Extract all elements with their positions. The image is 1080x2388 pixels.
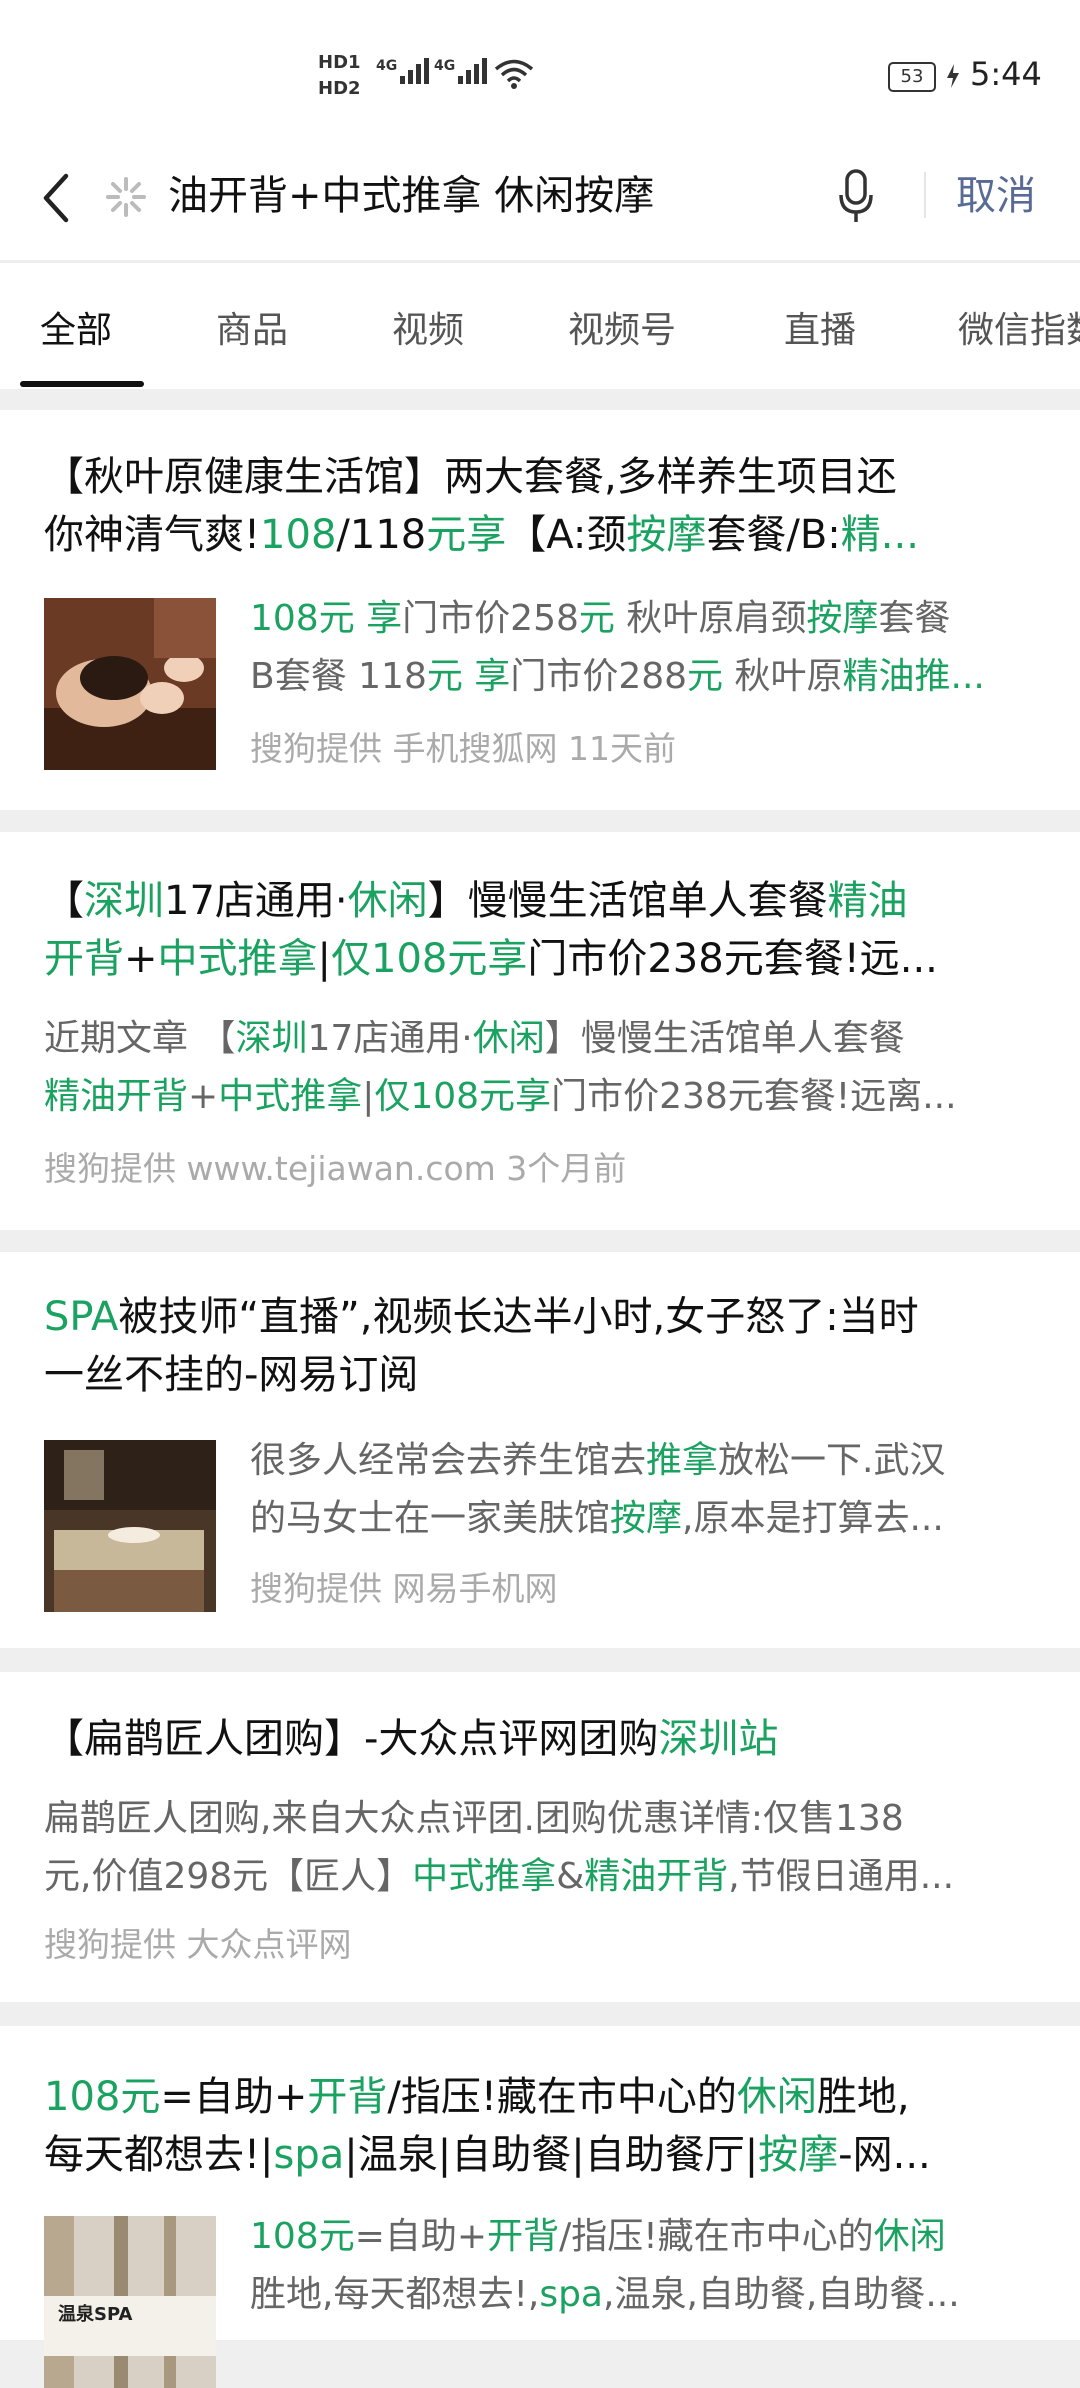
wifi-icon xyxy=(494,59,534,89)
status-bar: HD1 HD2 4G 4G 53 5:44 xyxy=(0,0,1080,150)
back-arrow-icon[interactable] xyxy=(36,168,76,228)
search-result-card[interactable]: 108元=自助+开背/指压!藏在市中心的休闲胜地, 每天都想去!|spa|温泉|… xyxy=(0,2026,1080,2388)
result-snippet: 近期文章 【深圳17店通用·休闲】慢慢生活馆单人套餐 精油开背+中式推拿|仅10… xyxy=(44,1018,957,1117)
result-source: 搜狗提供 手机搜狐网 11天前 xyxy=(250,729,676,768)
result-title[interactable]: 【深圳17店通用·休闲】慢慢生活馆单人套餐精油 开背+中式推拿|仅108元享门市… xyxy=(44,872,1044,988)
microphone-icon[interactable] xyxy=(838,168,874,224)
result-source: 搜狗提供 www.tejiawan.com 3个月前 xyxy=(44,1149,627,1188)
charging-icon xyxy=(947,64,959,88)
tab-live[interactable]: 直播 xyxy=(784,301,856,353)
sim-indicator: HD1 HD2 xyxy=(318,52,361,99)
thumbnail-caption: 温泉SPA xyxy=(58,2304,133,2325)
loading-spinner-icon xyxy=(106,177,146,217)
filter-tabs: 全部 商品 视频 视频号 直播 微信指数 xyxy=(0,262,1080,389)
result-snippet: 扁鹊匠人团购,来自大众点评团.团购优惠详情:仅售138 元,价值298元【匠人】… xyxy=(44,1798,955,1897)
result-thumbnail[interactable]: 温泉SPA xyxy=(44,2216,216,2388)
result-title[interactable]: 108元=自助+开背/指压!藏在市中心的休闲胜地, 每天都想去!|spa|温泉|… xyxy=(44,2068,1044,2184)
result-title[interactable]: SPA被技师“直播”,视频长达半小时,女子怒了:当时 一丝不挂的-网易订阅 xyxy=(44,1288,1044,1404)
result-thumbnail[interactable] xyxy=(44,1440,216,1612)
result-snippet: 108元 享门市价258元 秋叶原肩颈按摩套餐 B套餐 118元 享门市价288… xyxy=(250,598,985,697)
signal-icon: 4G xyxy=(376,58,432,84)
tab-videos[interactable]: 视频 xyxy=(392,301,464,353)
cancel-button[interactable]: 取消 xyxy=(956,168,1036,224)
search-result-card[interactable]: 【深圳17店通用·休闲】慢慢生活馆单人套餐精油 开背+中式推拿|仅108元享门市… xyxy=(0,832,1080,1230)
result-title[interactable]: 【秋叶原健康生活馆】两大套餐,多样养生项目还 你神清气爽!108/118元享【A… xyxy=(44,448,1044,564)
result-title[interactable]: 【扁鹊匠人团购】-大众点评网团购深圳站 xyxy=(44,1710,1044,1768)
divider xyxy=(924,172,926,218)
result-source: 搜狗提供 大众点评网 xyxy=(44,1925,352,1964)
result-snippet: 很多人经常会去养生馆去推拿放松一下.武汉 的马女士在一家美肤馆按摩,原本是打算去… xyxy=(250,1440,946,1539)
clock: 5:44 xyxy=(970,55,1042,93)
battery-icon: 53 xyxy=(888,62,936,92)
active-tab-indicator xyxy=(20,381,144,387)
result-source: 搜狗提供 网易手机网 xyxy=(250,1569,558,1608)
search-result-card[interactable]: 【扁鹊匠人团购】-大众点评网团购深圳站 扁鹊匠人团购,来自大众点评团.团购优惠详… xyxy=(0,1672,1080,2002)
tab-all[interactable]: 全部 xyxy=(40,301,112,353)
tab-wechat-index[interactable]: 微信指数 xyxy=(958,301,1080,353)
tab-products[interactable]: 商品 xyxy=(216,301,288,353)
search-result-card[interactable]: 【秋叶原健康生活馆】两大套餐,多样养生项目还 你神清气爽!108/118元享【A… xyxy=(0,410,1080,810)
result-thumbnail[interactable] xyxy=(44,598,216,770)
signal-icon-2: 4G xyxy=(434,58,490,84)
tab-channels[interactable]: 视频号 xyxy=(568,301,676,353)
result-snippet: 108元=自助+开背/指压!藏在市中心的休闲 胜地,每天都想去!,spa,温泉,… xyxy=(250,2216,960,2315)
search-input[interactable]: 油开背+中式推拿 休闲按摩 xyxy=(168,168,654,224)
search-result-card[interactable]: SPA被技师“直播”,视频长达半小时,女子怒了:当时 一丝不挂的-网易订阅 很多… xyxy=(0,1252,1080,1648)
